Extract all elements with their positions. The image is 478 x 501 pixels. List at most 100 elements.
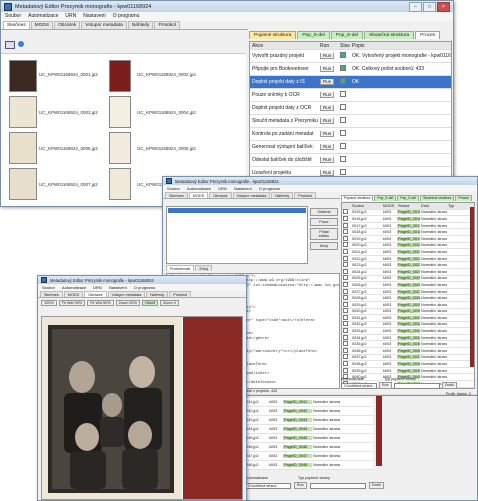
row-checkbox[interactable] (343, 242, 348, 248)
process-run-button[interactable]: Run (320, 66, 335, 72)
row-checkbox[interactable] (343, 215, 348, 221)
grid-scroll-maroon[interactable] (470, 207, 474, 367)
process-run-button[interactable]: Run (320, 79, 335, 85)
tab-skenovani[interactable]: Skeňnes (3, 21, 30, 29)
attention-button[interactable]: Pozor (310, 218, 338, 226)
process-status-checkbox[interactable] (340, 117, 346, 123)
row-checkbox[interactable] (343, 268, 348, 274)
page-grid-row[interactable]: 0029.jp2 k003 PageID_0029 Normální strana (342, 301, 474, 309)
process-row[interactable]: Sloučit metadata z Prezymiku Run (250, 115, 451, 128)
menu-automatizace[interactable]: Automatizace (28, 13, 58, 21)
row-checkbox[interactable] (343, 281, 348, 287)
process-run-button[interactable]: Run (320, 92, 335, 98)
page-grid-row[interactable]: 0037.jp2 k003 PageID_0037 Normální strana (342, 354, 474, 362)
page-grid-row[interactable]: 0044.jp2 k003 PageID_0044 Normální strana (243, 425, 373, 434)
page-thumbnail[interactable] (109, 132, 131, 164)
process-status-checkbox[interactable] (340, 130, 346, 136)
page-grid-row[interactable]: 0022.jp2 k003 PageID_0022 Normální strana (342, 255, 474, 263)
row-checkbox[interactable] (343, 235, 348, 241)
tab-pop-s-del-1[interactable]: Pop_S-del (374, 195, 397, 201)
zoom-50-button[interactable]: Zoom 50% (115, 300, 141, 306)
page-thumbnail[interactable] (109, 168, 131, 200)
process-status-checkbox[interactable] (340, 104, 346, 110)
row-checkbox[interactable] (343, 275, 348, 281)
tab-skutecna-struktura[interactable]: Skutečná struktura (364, 31, 415, 39)
row-checkbox[interactable] (343, 334, 348, 340)
process-status-checkbox[interactable] (340, 65, 346, 71)
page-grid-row[interactable]: 0042.jp2 k003 PageID_0042 Normální strana (243, 407, 373, 416)
page-grid-row[interactable]: 0041.jp2k003PageID_0041Normální strana (243, 398, 373, 407)
image-viewport[interactable] (41, 316, 243, 500)
tab-podrobnosti[interactable]: Podrobnosti (166, 265, 195, 271)
page-grid-row[interactable]: 0048.jp2 k003 PageID_0048 Normální strana (243, 461, 373, 470)
tab-proces[interactable]: Proces (455, 195, 472, 201)
row-checkbox[interactable] (343, 229, 348, 235)
page-grid-row[interactable]: 0019.jp2 k003 PageID_0019 Normální strana (342, 235, 474, 243)
page-grid-row[interactable]: 0043.jp2 k003 PageID_0043 Normální strana (243, 416, 373, 425)
menu-o-programu[interactable]: O programu (113, 13, 140, 21)
fit-width-50-button[interactable]: Fit Wid 50% (87, 300, 114, 306)
page-grid-row[interactable]: 0026.jp2 k003 PageID_0026 Normální strana (342, 281, 474, 289)
tab-pop-s-del-1[interactable]: Pop_S-del (297, 31, 330, 39)
page-grid-row[interactable]: 0034.jp2 k003 PageID_0034 Normální strana (342, 334, 474, 342)
row-checkbox[interactable] (343, 341, 348, 347)
process-status-checkbox[interactable] (340, 78, 346, 84)
process-row[interactable]: Generovat výstupní balíček Run (250, 141, 451, 154)
view-mode-icon[interactable] (5, 41, 15, 49)
page-grid-row[interactable]: 0033.jp2 k003 PageID_0033 Normální strana (342, 328, 474, 335)
page-thumbnail[interactable] (9, 168, 37, 200)
new-button[interactable]: Nový (310, 242, 338, 250)
remove-button[interactable]: Odebrat (310, 208, 338, 216)
tab-popisna-struktura[interactable]: Popisné struktura (249, 31, 297, 39)
page-grid-row[interactable]: 0028.jp2 k003 PageID_0028 Normální strana (342, 295, 474, 302)
tab-mods[interactable]: MODS (30, 21, 54, 29)
tab-proces[interactable]: Proces (415, 31, 441, 39)
page-thumbnail[interactable] (9, 96, 37, 128)
page-grid-row[interactable]: 0015.jp2 k003 PageID_0015 Normální strana (342, 209, 474, 217)
row-checkbox[interactable] (343, 262, 348, 268)
row-checkbox[interactable] (343, 321, 348, 327)
page-thumbnail[interactable] (9, 60, 37, 92)
page-grid-row[interactable]: 0036.jp2 k003 PageID_0036 Normální strana (342, 347, 474, 355)
close-button[interactable]: × (437, 1, 450, 12)
tab-zdroj[interactable]: Zdroj (195, 265, 212, 271)
zoom-100-button[interactable]: 100% (41, 300, 57, 306)
process-status-checkbox[interactable] (340, 156, 346, 162)
menu-urn[interactable]: URN (65, 13, 76, 21)
process-status-checkbox[interactable] (340, 52, 346, 58)
process-row[interactable]: Pouze snímky k OCR Run (250, 89, 451, 102)
row-checkbox[interactable] (343, 347, 348, 353)
process-status-checkbox[interactable] (340, 91, 346, 97)
tab-mods[interactable]: MODS (63, 291, 84, 297)
page-thumbnail[interactable] (109, 96, 131, 128)
row-checkbox[interactable] (343, 367, 348, 373)
page-grid-row[interactable]: 0032.jp2 k003 PageID_0032 Normální strana (342, 321, 474, 329)
process-row[interactable]: Doplnit projekt daty z OCR Run (250, 102, 451, 115)
process-status-checkbox[interactable] (340, 169, 346, 175)
process-run-button[interactable]: Run (320, 105, 335, 111)
tab-protokol[interactable]: Protokol (294, 192, 317, 198)
tab-vstupni-metadata[interactable]: Vstupní metadata (81, 21, 127, 29)
refresh-icon[interactable] (18, 41, 24, 47)
page-grid-row[interactable]: 0023.jp2 k003 PageID_0023 Normální strana (342, 262, 474, 269)
row-checkbox[interactable] (343, 209, 348, 215)
page-grid-row[interactable]: 0016.jp2 k003 PageID_0016 Normální strana (342, 215, 474, 223)
menu-soubor[interactable]: Soubor (5, 13, 21, 21)
menu-nastaveni[interactable]: Nastavení (83, 13, 106, 21)
row-checkbox[interactable] (343, 314, 348, 320)
minimize-button[interactable]: – (409, 1, 422, 12)
tab-popisna-struktura[interactable]: Popisné struktura (341, 195, 374, 201)
page-thumbnail[interactable] (9, 132, 37, 164)
process-run-button[interactable]: Run (320, 157, 335, 163)
automation-select[interactable]: Chodítelná strana (341, 382, 377, 389)
row-checkbox[interactable] (343, 255, 348, 261)
page-type-select[interactable] (309, 482, 366, 489)
process-row[interactable]: Odeslat balíček do úložiště Run (250, 154, 451, 167)
process-run-button[interactable]: Run (320, 118, 335, 124)
tab-protokol[interactable]: Protokol (169, 291, 192, 297)
tab-vstupni-metadata[interactable]: Vstupní metadata (107, 291, 146, 297)
row-checkbox[interactable] (343, 288, 348, 294)
row-checkbox[interactable] (343, 361, 348, 367)
page-grid-row[interactable]: 0030.jp2 k003 PageID_0030 Normální strana (342, 308, 474, 316)
maximize-button[interactable]: □ (423, 1, 436, 12)
